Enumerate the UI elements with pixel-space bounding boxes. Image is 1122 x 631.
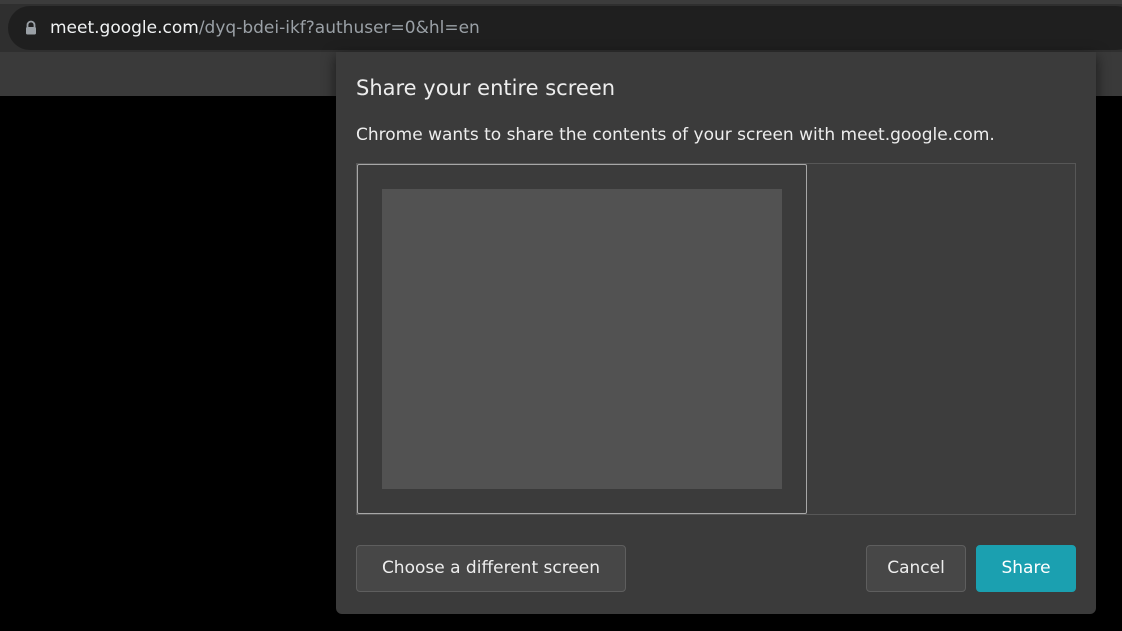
screen-picker bbox=[356, 163, 1076, 515]
dialog-title: Share your entire screen bbox=[356, 76, 616, 100]
lock-icon[interactable] bbox=[24, 20, 38, 36]
browser-toolbar: meet.google.com/dyq-bdei-ikf?authuser=0&… bbox=[0, 4, 1122, 52]
address-url[interactable]: meet.google.com/dyq-bdei-ikf?authuser=0&… bbox=[50, 6, 480, 50]
address-bar[interactable]: meet.google.com/dyq-bdei-ikf?authuser=0&… bbox=[8, 6, 1122, 50]
share-screen-dialog: Share your entire screen Chrome wants to… bbox=[336, 52, 1096, 614]
dialog-message: Chrome wants to share the contents of yo… bbox=[356, 125, 995, 145]
url-path: /dyq-bdei-ikf?authuser=0&hl=en bbox=[198, 18, 480, 38]
choose-different-screen-button[interactable]: Choose a different screen bbox=[356, 545, 626, 592]
cancel-button[interactable]: Cancel bbox=[866, 545, 966, 592]
url-host: meet.google.com bbox=[50, 18, 199, 38]
share-button[interactable]: Share bbox=[976, 545, 1076, 592]
screen-thumbnail[interactable] bbox=[382, 189, 782, 489]
screen-option-selected[interactable] bbox=[357, 164, 807, 514]
